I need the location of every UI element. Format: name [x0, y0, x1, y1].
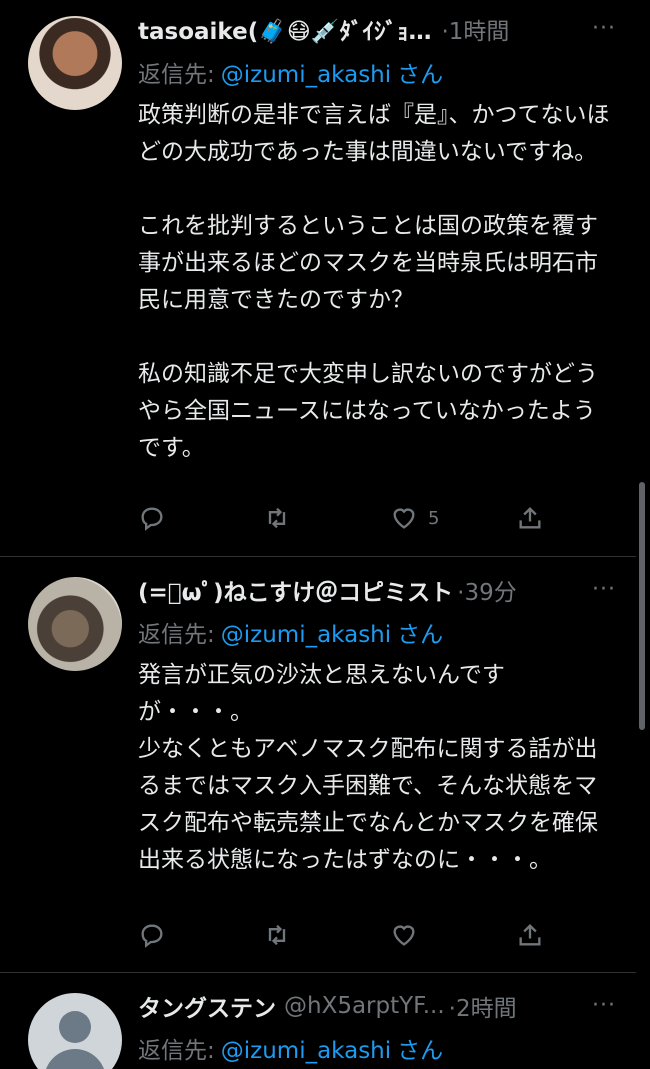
reply-icon: [141, 924, 163, 948]
reply-to-prefix: 返信先:: [138, 1038, 215, 1064]
reply-to-prefix: 返信先:: [138, 62, 215, 88]
reply-to-suffix: さん: [397, 622, 444, 648]
reply-to-mention[interactable]: @izumi_akashi: [221, 622, 391, 648]
tweet-1[interactable]: tasoaike(🧳😷💉ﾀﾞｲｼﾞｮ… ·1時間 ··· 返信先: @izumi_…: [0, 0, 636, 556]
like-count: 5: [428, 507, 440, 529]
reply-to-line: 返信先: @izumi_akashi さん: [138, 615, 444, 648]
reply-to-line: 返信先: @izumi_akashi さん: [138, 55, 444, 88]
tweet-header: tasoaike(🧳😷💉ﾀﾞｲｼﾞｮ… ·1時間 ···: [138, 12, 636, 46]
scrollbar[interactable]: [639, 482, 645, 730]
tweet-header: タングステン @hX5arptYF... ·2時間 ···: [138, 989, 636, 1023]
timestamp[interactable]: ·1時間: [441, 12, 509, 46]
reply-to-suffix: さん: [397, 1038, 444, 1064]
heart-icon: [393, 925, 415, 946]
share-icon: [519, 507, 541, 529]
reply-button[interactable]: [138, 502, 166, 534]
tweet-text: 発言が正気の沙汰と思えないんですが・・・。 少なくともアベノマスク配布に関する話…: [138, 662, 598, 873]
timestamp[interactable]: ·2時間: [449, 989, 517, 1023]
user-handle[interactable]: @hX5arptYF...: [284, 993, 445, 1019]
share-icon: [519, 924, 541, 946]
avatar[interactable]: [28, 16, 122, 110]
display-name[interactable]: (=ﾟωﾟ)ねこすけ＠コピミスト: [138, 573, 453, 607]
action-bar: [138, 919, 608, 951]
reply-to-line: 返信先: @izumi_akashi さん: [138, 1031, 444, 1064]
more-options-icon[interactable]: ···: [592, 16, 616, 41]
tweet-header: (=ﾟωﾟ)ねこすけ＠コピミスト ·39分 ···: [138, 573, 636, 607]
avatar[interactable]: [28, 577, 122, 671]
tweet-text: 政策判断の是非で言えば『是』、かつてないほどの大成功であった事は間違いないですね…: [138, 102, 610, 461]
avatar[interactable]: [28, 993, 122, 1069]
like-button[interactable]: [390, 919, 418, 951]
heart-icon: [393, 508, 415, 529]
default-avatar-body: [44, 1049, 106, 1069]
share-button[interactable]: [516, 502, 544, 534]
timestamp[interactable]: ·39分: [457, 573, 517, 607]
retweet-button[interactable]: [263, 919, 291, 951]
like-button[interactable]: 5: [390, 502, 439, 534]
retweet-button[interactable]: [263, 502, 291, 534]
reply-to-prefix: 返信先:: [138, 622, 215, 648]
display-name[interactable]: タングステン: [138, 989, 276, 1023]
tweet-2[interactable]: (=ﾟωﾟ)ねこすけ＠コピミスト ·39分 ··· 返信先: @izumi_aka…: [0, 557, 636, 971]
action-bar: 5: [138, 502, 608, 534]
reply-icon: [141, 507, 163, 531]
retweet-icon: [268, 924, 286, 946]
more-options-icon[interactable]: ···: [592, 993, 616, 1018]
reply-to-suffix: さん: [397, 62, 444, 88]
tweet-3[interactable]: タングステン @hX5arptYF... ·2時間 ··· 返信先: @izumi…: [0, 973, 636, 1069]
reply-to-mention[interactable]: @izumi_akashi: [221, 1038, 391, 1064]
more-options-icon[interactable]: ···: [592, 577, 616, 602]
reply-to-mention[interactable]: @izumi_akashi: [221, 62, 391, 88]
retweet-icon: [268, 507, 286, 529]
reply-button[interactable]: [138, 919, 166, 951]
display-name[interactable]: tasoaike(🧳😷💉ﾀﾞｲｼﾞｮ…: [138, 12, 431, 46]
default-avatar-head: [59, 1011, 91, 1043]
share-button[interactable]: [516, 919, 544, 951]
